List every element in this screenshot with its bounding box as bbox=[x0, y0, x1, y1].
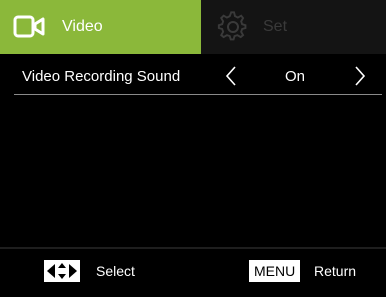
four-way-arrows-icon bbox=[44, 260, 80, 282]
footer-separator bbox=[0, 247, 386, 249]
gear-icon bbox=[215, 9, 251, 45]
tab-video-label: Video bbox=[62, 18, 103, 35]
menu-key-badge: MENU bbox=[249, 260, 301, 282]
tab-video[interactable]: Video bbox=[0, 0, 201, 54]
tab-set-label: Set bbox=[263, 18, 288, 35]
footer-bar: Select MENU Return bbox=[0, 247, 386, 297]
select-hint: Select bbox=[96, 263, 135, 279]
video-camera-icon bbox=[12, 9, 48, 45]
tab-set[interactable]: Set bbox=[201, 0, 386, 54]
chevron-left-icon[interactable] bbox=[220, 64, 242, 88]
return-hint: Return bbox=[314, 263, 357, 279]
menu-item-video-recording-sound[interactable]: Video Recording Sound On bbox=[14, 59, 382, 93]
menu-divider bbox=[14, 94, 382, 95]
menu-item-label: Video Recording Sound bbox=[22, 67, 181, 85]
menu-item-value: On bbox=[284, 67, 305, 85]
camera-menu-screen: Video Set Video Recording Sound On Selec… bbox=[0, 0, 386, 297]
tab-bar: Video Set bbox=[0, 0, 386, 54]
chevron-right-icon[interactable] bbox=[349, 64, 371, 88]
